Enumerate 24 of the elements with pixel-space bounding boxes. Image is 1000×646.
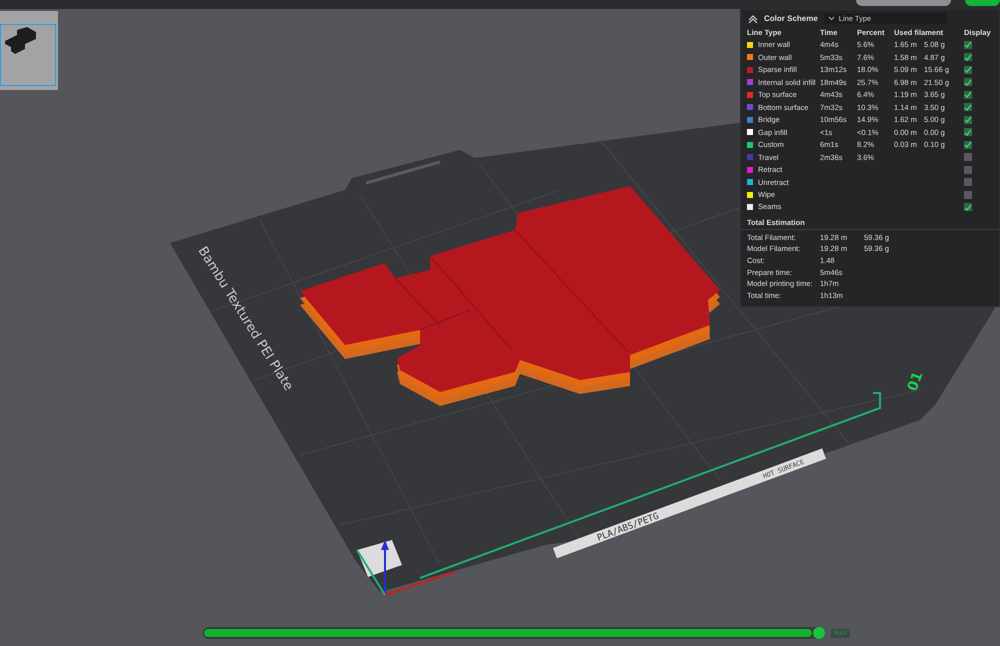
print-button[interactable] xyxy=(965,0,1000,6)
display-checkbox[interactable] xyxy=(964,140,972,149)
display-checkbox[interactable] xyxy=(964,203,972,212)
display-checkbox[interactable] xyxy=(964,166,972,174)
display-checkbox[interactable] xyxy=(964,90,972,99)
caret-icon xyxy=(828,16,835,21)
display-checkbox[interactable] xyxy=(964,116,972,124)
display-checkbox[interactable] xyxy=(964,66,972,74)
display-checkbox[interactable] xyxy=(964,128,972,136)
slider-handle[interactable] xyxy=(813,627,825,639)
display-checkbox[interactable] xyxy=(964,103,972,112)
plate-number: 01 xyxy=(904,370,926,394)
color-scheme-label: Color Scheme xyxy=(764,14,818,23)
collapse-icon xyxy=(748,14,758,22)
plate-thumbnail[interactable] xyxy=(0,11,58,90)
display-checkbox[interactable] xyxy=(964,40,972,49)
display-checkbox[interactable] xyxy=(964,78,972,86)
display-checkbox[interactable] xyxy=(964,53,972,62)
axes-icon xyxy=(356,540,456,596)
display-checkbox[interactable] xyxy=(964,178,972,186)
slice-button[interactable] xyxy=(856,0,951,6)
display-checkbox[interactable] xyxy=(964,190,972,199)
model-thumbnail-icon xyxy=(0,24,56,86)
display-checkbox[interactable] xyxy=(964,153,972,162)
